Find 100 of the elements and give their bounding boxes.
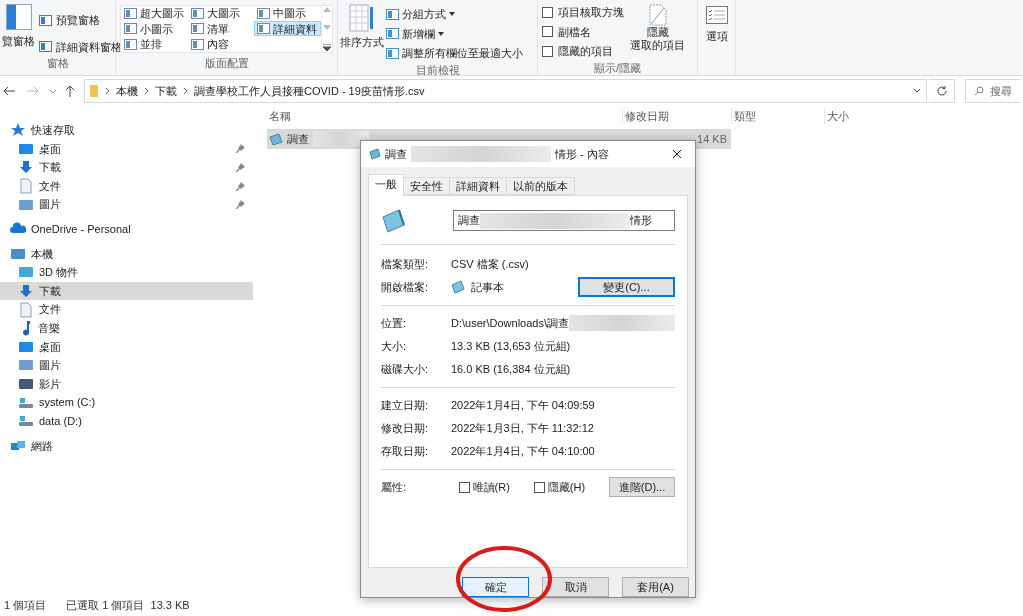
dialog-button[interactable]: 取消 bbox=[542, 577, 609, 597]
nav-item[interactable]: 桌面 bbox=[0, 337, 253, 357]
change-button[interactable]: 變更(C)... bbox=[578, 277, 675, 298]
breadcrumb[interactable]: 下載 bbox=[155, 82, 177, 100]
sort-icon bbox=[349, 4, 375, 32]
redaction-blur bbox=[313, 131, 369, 147]
hidden-page-icon bbox=[648, 4, 667, 26]
pane-layout-icon bbox=[5, 4, 32, 30]
status-text: 1 個項目 bbox=[4, 597, 47, 613]
video-icon bbox=[18, 376, 34, 392]
show-hide-option[interactable]: 項目核取方塊 bbox=[542, 4, 624, 21]
column-header[interactable]: 修改日期 bbox=[622, 107, 731, 125]
property-label: 大小: bbox=[381, 338, 408, 354]
back-arrow-icon[interactable] bbox=[2, 84, 16, 98]
notepad-file-icon bbox=[369, 147, 381, 160]
status-text: 已選取 1 個項目 13.3 KB bbox=[66, 597, 190, 613]
notepad-file-icon bbox=[381, 207, 407, 234]
breadcrumb[interactable]: 調查學校工作人員接種COVID - 19疫苗情形.csv bbox=[194, 82, 425, 100]
nav-item[interactable]: 圖片 bbox=[0, 195, 253, 214]
breadcrumb[interactable]: 本機 bbox=[116, 82, 138, 100]
nav-item[interactable]: 網路 bbox=[0, 436, 253, 456]
layout-option[interactable]: 內容 bbox=[187, 36, 255, 52]
dialog-button[interactable]: 套用(A) bbox=[622, 577, 689, 597]
refresh-icon bbox=[935, 85, 948, 97]
document-icon bbox=[18, 301, 34, 318]
address-field[interactable]: 本機 下載 調查學校工作人員接種COVID - 19疫苗情形.csv bbox=[84, 79, 927, 103]
nav-item[interactable]: 文件 bbox=[0, 176, 253, 196]
attribute-checkbox[interactable]: 唯讀(R) bbox=[458, 478, 534, 496]
layout-option[interactable]: 並排 bbox=[121, 36, 188, 52]
pane-icon bbox=[39, 14, 52, 26]
nav-item[interactable]: OneDrive - Personal bbox=[0, 219, 253, 239]
checkbox[interactable] bbox=[542, 6, 553, 18]
dialog-button[interactable]: 確定 bbox=[462, 577, 529, 597]
nav-item[interactable]: 本機 bbox=[0, 244, 253, 264]
music-note-icon bbox=[21, 320, 30, 336]
view-command[interactable]: 新增欄 bbox=[386, 25, 523, 42]
checkbox[interactable] bbox=[533, 481, 545, 493]
property-value: 13.3 KB (13,653 位元組) bbox=[451, 338, 571, 354]
nav-item[interactable]: system (C:) bbox=[0, 393, 253, 412]
nav-item[interactable]: 影片 bbox=[0, 374, 253, 394]
column-icon bbox=[386, 8, 399, 20]
layout-option[interactable]: 詳細資料 bbox=[254, 21, 321, 37]
expand-icon[interactable] bbox=[323, 44, 331, 52]
checkbox[interactable] bbox=[458, 481, 470, 493]
attribute-checkbox[interactable]: 隱藏(H) bbox=[533, 478, 610, 496]
chevron-right-icon bbox=[105, 87, 110, 95]
nav-item[interactable]: 下載 bbox=[0, 158, 253, 177]
layout-option[interactable]: 中圖示 bbox=[254, 6, 321, 21]
layout-option[interactable]: 大圖示 bbox=[187, 6, 255, 21]
nav-item[interactable]: 音樂 bbox=[0, 318, 253, 338]
nav-item[interactable]: 桌面 bbox=[0, 139, 253, 159]
property-value: CSV 檔案 (.csv) bbox=[451, 256, 529, 272]
group-label: 窗格 bbox=[45, 56, 70, 71]
property-label: 修改日期: bbox=[381, 420, 430, 436]
nav-item[interactable]: 文件 bbox=[0, 300, 253, 319]
view-command[interactable]: 調整所有欄位至最適大小 bbox=[386, 45, 523, 62]
column-icon bbox=[386, 28, 399, 40]
view-icon bbox=[190, 23, 204, 35]
layout-option[interactable]: 小圖示 bbox=[121, 21, 188, 37]
sort-button[interactable]: 排序方式 bbox=[342, 4, 382, 62]
view-command[interactable]: 分組方式 bbox=[386, 6, 523, 23]
layout-option[interactable]: 清單 bbox=[187, 21, 255, 37]
dialog-title: 調查 bbox=[385, 146, 407, 162]
column-header[interactable]: 名稱 bbox=[267, 107, 622, 125]
nav-item[interactable]: data (D:) bbox=[0, 411, 253, 431]
chevron-right-icon bbox=[183, 87, 188, 95]
advanced-button[interactable]: 進階(D)... bbox=[609, 477, 675, 498]
dialog-tab[interactable]: 詳細資料 bbox=[450, 176, 507, 195]
hide-selected-button[interactable]: 隱藏 選取的項目 bbox=[630, 4, 685, 60]
download-icon bbox=[18, 283, 34, 300]
search-icon bbox=[974, 86, 984, 96]
pane-icon bbox=[39, 41, 52, 53]
show-hide-option[interactable]: 副檔名 bbox=[542, 23, 624, 40]
nav-item[interactable]: 圖片 bbox=[0, 356, 253, 375]
options-button[interactable]: 選項 bbox=[705, 6, 728, 45]
layout-option[interactable]: 超大圖示 bbox=[121, 6, 188, 21]
close-icon bbox=[672, 148, 682, 159]
folder-icon bbox=[89, 84, 99, 98]
search-field[interactable]: 搜尋 bbox=[965, 79, 1021, 103]
navigation-pane-button[interactable]: 覽窗格 bbox=[0, 4, 35, 55]
property-label: 檔案類型: bbox=[381, 256, 430, 272]
up-arrow-icon[interactable] bbox=[64, 84, 76, 98]
nav-item[interactable]: 下載 bbox=[0, 281, 253, 301]
nav-item[interactable]: 快速存取 bbox=[0, 121, 253, 140]
nav-item[interactable]: 3D 物件 bbox=[0, 263, 253, 282]
document-icon bbox=[18, 178, 34, 195]
dialog-tab[interactable]: 以前的版本 bbox=[507, 176, 575, 195]
refresh-button[interactable] bbox=[929, 79, 955, 103]
download-icon bbox=[18, 159, 34, 176]
column-header[interactable]: 類型 bbox=[731, 107, 824, 125]
dialog-tab[interactable]: 安全性 bbox=[404, 176, 450, 195]
checkbox[interactable] bbox=[542, 45, 553, 57]
show-hide-option[interactable]: 隱藏的項目 bbox=[542, 43, 624, 60]
dialog-tab[interactable]: 一般 bbox=[368, 173, 404, 196]
file-name-field[interactable]: 調查 情形 bbox=[453, 210, 675, 232]
column-header[interactable]: 大小 bbox=[824, 107, 884, 125]
file-name: 調查 bbox=[287, 131, 309, 147]
property-label: 屬性: bbox=[381, 479, 408, 495]
checkbox[interactable] bbox=[542, 26, 553, 38]
dialog-title: 情形 - 內容 bbox=[555, 146, 609, 162]
